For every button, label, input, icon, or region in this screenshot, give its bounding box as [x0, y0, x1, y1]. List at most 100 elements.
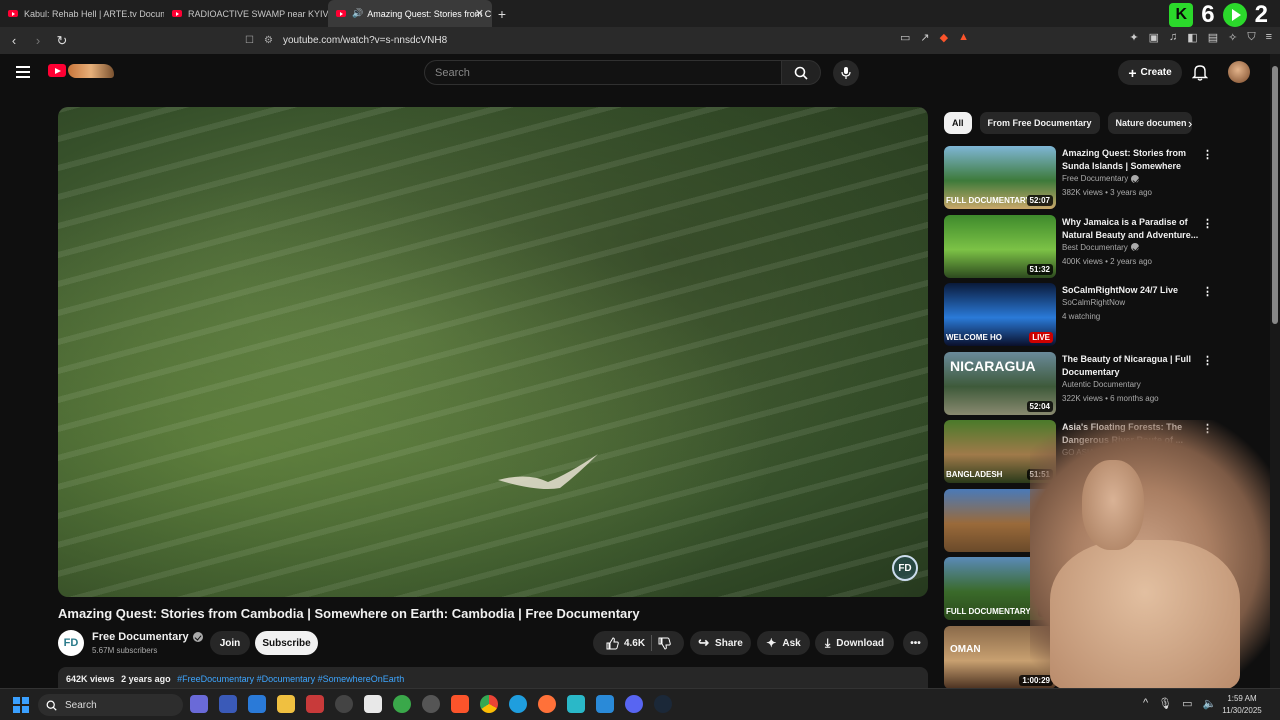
channel-watermark[interactable]: FD [892, 555, 918, 581]
back-icon[interactable]: ‹ [4, 33, 24, 48]
bookmark-icon[interactable]: ☐ [245, 35, 254, 46]
brave-browser-icon[interactable] [451, 695, 469, 713]
like-button[interactable]: 4.6K [606, 636, 645, 650]
cast-icon[interactable]: ▭ [900, 31, 910, 44]
recommendation-item[interactable]: NICARAGUA 52:04 The Beauty of Nicaragua | … [944, 351, 1216, 416]
firefox-icon[interactable] [538, 695, 556, 713]
create-button[interactable]: + Create [1118, 60, 1182, 85]
share-page-icon[interactable]: ↗ [920, 31, 929, 44]
windows-start-icon[interactable] [13, 697, 29, 713]
video-thumbnail[interactable]: WELCOME HO LIVE [944, 283, 1056, 346]
recommendation-channel[interactable]: Best Documentary [1062, 243, 1139, 252]
recommendation-item[interactable]: WELCOME HO LIVE SoCalmRightNow 24/7 Live So… [944, 283, 1216, 347]
app-icon-5[interactable] [306, 695, 324, 713]
youtube-doodle-logo[interactable] [68, 64, 114, 78]
taskbar-clock[interactable]: 1:59 AM 11/30/2025 [1222, 693, 1262, 717]
join-button[interactable]: Join [210, 631, 250, 655]
sidebar-icon[interactable]: ◧ [1187, 31, 1197, 44]
menu-icon[interactable]: ≡ [1266, 31, 1272, 44]
more-vertical-icon[interactable]: ⋮ [1202, 217, 1213, 230]
brave-shield-icon[interactable]: ◆ [940, 31, 948, 44]
recommendation-item[interactable]: 51:32 Why Jamaica is a Paradise of Natura… [944, 214, 1216, 279]
recommendation-item[interactable]: FULL DOCUMENTARY 52:07 Amazing Quest: Stor… [944, 146, 1216, 210]
speaker-icon[interactable]: 🔊 [352, 8, 363, 19]
thumbs-up-icon [606, 636, 619, 649]
download-button[interactable]: ⤓ Download [815, 631, 894, 655]
music-icon[interactable]: ♫ [1169, 31, 1177, 44]
channel-name-text: Free Documentary [92, 631, 189, 643]
subscribe-button[interactable]: Subscribe [255, 631, 318, 655]
app-icon-1[interactable] [190, 695, 208, 713]
app-icon-14[interactable] [567, 695, 585, 713]
chip-nature[interactable]: Nature documen [1107, 112, 1192, 134]
taskbar-search[interactable]: Search [38, 694, 183, 716]
search-button[interactable] [781, 60, 821, 85]
site-info-icon[interactable]: ⚙ [264, 35, 273, 46]
chip-all[interactable]: All [944, 112, 972, 134]
search-input[interactable]: Search [424, 60, 782, 85]
extensions-icon[interactable]: ✦ [1129, 31, 1138, 44]
more-vertical-icon[interactable]: ⋮ [1202, 285, 1213, 298]
app-icon-7[interactable] [364, 695, 382, 713]
voice-search-button[interactable] [833, 60, 859, 86]
video-thumbnail[interactable]: 51:32 [944, 214, 1056, 278]
app-icon-9[interactable] [422, 695, 440, 713]
close-tab-icon[interactable]: ✕ [475, 7, 484, 20]
app-icon-8[interactable] [393, 695, 411, 713]
scrollbar-thumb[interactable] [1272, 66, 1278, 324]
wallet-icon[interactable]: ▤ [1208, 31, 1218, 44]
recommendation-title[interactable]: The Beauty of Nicaragua | Full Documenta… [1062, 353, 1202, 379]
app-icon-2[interactable] [219, 695, 237, 713]
thumbs-down-icon[interactable] [658, 637, 671, 650]
volume-icon[interactable]: 🔈 [1203, 697, 1217, 710]
leo-ai-icon[interactable]: ✧ [1228, 31, 1237, 44]
microphone-tray-icon[interactable]: 🎙 [1158, 697, 1172, 710]
reload-icon[interactable]: ↻ [52, 33, 72, 49]
channel-avatar[interactable]: FD [58, 630, 84, 656]
reader-icon[interactable]: ▣ [1149, 31, 1159, 44]
forward-icon[interactable]: › [28, 33, 48, 48]
more-vertical-icon[interactable]: ⋮ [1202, 354, 1213, 367]
file-explorer-icon[interactable] [277, 695, 295, 713]
ask-button[interactable]: ✦ Ask [757, 631, 810, 655]
chevron-right-icon[interactable]: › [1188, 116, 1192, 131]
page-scrollbar[interactable] [1270, 54, 1280, 688]
more-vertical-icon[interactable]: ⋮ [1202, 148, 1213, 161]
edge-icon[interactable] [509, 695, 527, 713]
recommendation-title[interactable]: Amazing Quest: Stories from Sunda Island… [1062, 147, 1202, 173]
address-bar[interactable]: ☐ ⚙ youtube.com/watch?v=s-nnsdcVNH8 [245, 30, 1000, 51]
brave-rewards-icon[interactable]: ▲ [958, 31, 969, 44]
recommendation-title[interactable]: SoCalmRightNow 24/7 Live [1062, 284, 1202, 297]
youtube-logo-icon[interactable] [48, 64, 66, 77]
channel-name[interactable]: Free Documentary [92, 631, 203, 643]
recommendation-channel[interactable]: Autentic Documentary [1062, 380, 1141, 389]
browser-tab-2[interactable]: RADIOACTIVE SWAMP near KYIV! LA [164, 0, 328, 27]
chevron-up-icon[interactable]: ^ [1143, 697, 1148, 710]
more-actions-button[interactable]: ••• [903, 631, 928, 655]
discord-icon[interactable] [625, 695, 643, 713]
hamburger-menu-icon[interactable] [16, 66, 30, 78]
vpn-icon[interactable]: ⛉ [1247, 31, 1255, 44]
share-button[interactable]: ↪ Share [690, 631, 751, 655]
video-player[interactable]: FD [58, 107, 928, 597]
new-tab-button[interactable]: + [492, 6, 512, 22]
video-thumbnail[interactable]: NICARAGUA 52:04 [944, 351, 1056, 415]
user-avatar[interactable] [1228, 61, 1250, 83]
browser-tab-1[interactable]: Kabul: Rehab Hell | ARTE.tv Documen [0, 0, 164, 27]
recommendation-channel-name: SoCalmRightNow [1062, 298, 1126, 307]
app-icon-6[interactable] [335, 695, 353, 713]
chip-from-channel[interactable]: From Free Documentary [979, 112, 1100, 134]
browser-tab-3-active[interactable]: 🔊 Amazing Quest: Stories from C ✕ [328, 0, 492, 27]
steam-icon[interactable] [654, 695, 672, 713]
notifications-bell-icon[interactable] [1191, 63, 1209, 86]
chrome-icon[interactable] [480, 695, 498, 713]
network-icon[interactable]: ▭ [1182, 697, 1192, 710]
recommendation-channel[interactable]: Free Documentary [1062, 174, 1140, 183]
video-thumbnail[interactable]: FULL DOCUMENTARY 52:07 [944, 146, 1056, 209]
share-icon: ↪ [698, 635, 710, 650]
recommendation-channel[interactable]: SoCalmRightNow [1062, 298, 1125, 307]
vscode-icon[interactable] [596, 695, 614, 713]
app-icon-3[interactable] [248, 695, 266, 713]
recommendation-title[interactable]: Why Jamaica is a Paradise of Natural Bea… [1062, 216, 1202, 242]
hashtags[interactable]: #FreeDocumentary #Documentary #Somewhere… [177, 674, 404, 684]
